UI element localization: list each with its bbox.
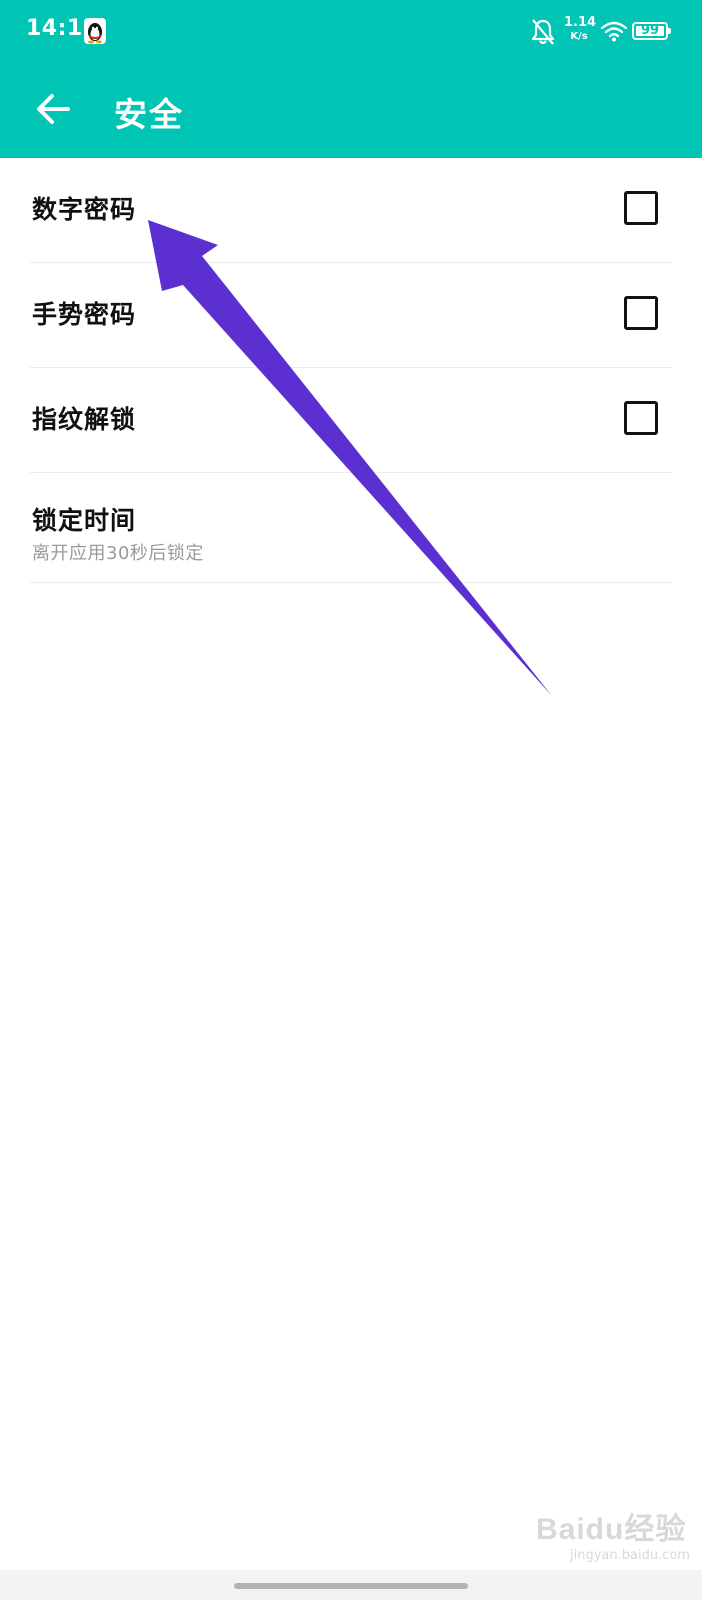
security-settings-screen: 14:16 1.14 K/s 99 安全 数字密码 手势密码 指纹解锁 锁定时间… bbox=[0, 0, 702, 1600]
baidu-watermark: Baidu经验 jingyan.baidu.com bbox=[536, 1504, 690, 1563]
qq-icon bbox=[84, 18, 106, 44]
network-speed-value: 1.14 bbox=[564, 15, 597, 30]
setting-subtitle: 离开应用30秒后锁定 bbox=[32, 543, 204, 564]
battery-tip bbox=[668, 28, 671, 34]
app-header: 14:16 1.14 K/s 99 安全 bbox=[0, 0, 702, 158]
battery-icon: 99 bbox=[632, 22, 671, 40]
battery-level: 99 bbox=[640, 23, 660, 38]
fingerprint-unlock-checkbox[interactable] bbox=[624, 401, 658, 435]
setting-row-gesture-password[interactable]: 手势密码 bbox=[30, 263, 672, 368]
home-indicator[interactable] bbox=[234, 1583, 468, 1589]
back-button[interactable] bbox=[28, 82, 82, 136]
bell-off-icon bbox=[530, 18, 556, 46]
setting-label: 手势密码 bbox=[32, 300, 137, 329]
wifi-icon bbox=[600, 20, 628, 42]
setting-label: 指纹解锁 bbox=[32, 405, 137, 434]
page-title: 安全 bbox=[114, 95, 184, 134]
status-bar: 14:16 1.14 K/s 99 bbox=[0, 0, 702, 64]
setting-row-lock-time[interactable]: 锁定时间 离开应用30秒后锁定 bbox=[30, 473, 672, 583]
arrow-left-icon bbox=[37, 94, 70, 124]
network-speed-unit: K/s bbox=[570, 31, 588, 42]
numeric-password-checkbox[interactable] bbox=[624, 191, 658, 225]
watermark-url: jingyan.baidu.com bbox=[570, 1548, 690, 1563]
gesture-password-checkbox[interactable] bbox=[624, 296, 658, 330]
setting-label: 数字密码 bbox=[32, 195, 137, 224]
network-speed: 1.14 K/s bbox=[564, 15, 597, 42]
setting-label: 锁定时间 bbox=[32, 506, 137, 535]
setting-row-numeric-password[interactable]: 数字密码 bbox=[30, 158, 672, 263]
watermark-logo: Baidu经验 bbox=[536, 1513, 687, 1546]
settings-list: 数字密码 手势密码 指纹解锁 锁定时间 离开应用30秒后锁定 bbox=[0, 158, 702, 583]
setting-row-fingerprint-unlock[interactable]: 指纹解锁 bbox=[30, 368, 672, 473]
